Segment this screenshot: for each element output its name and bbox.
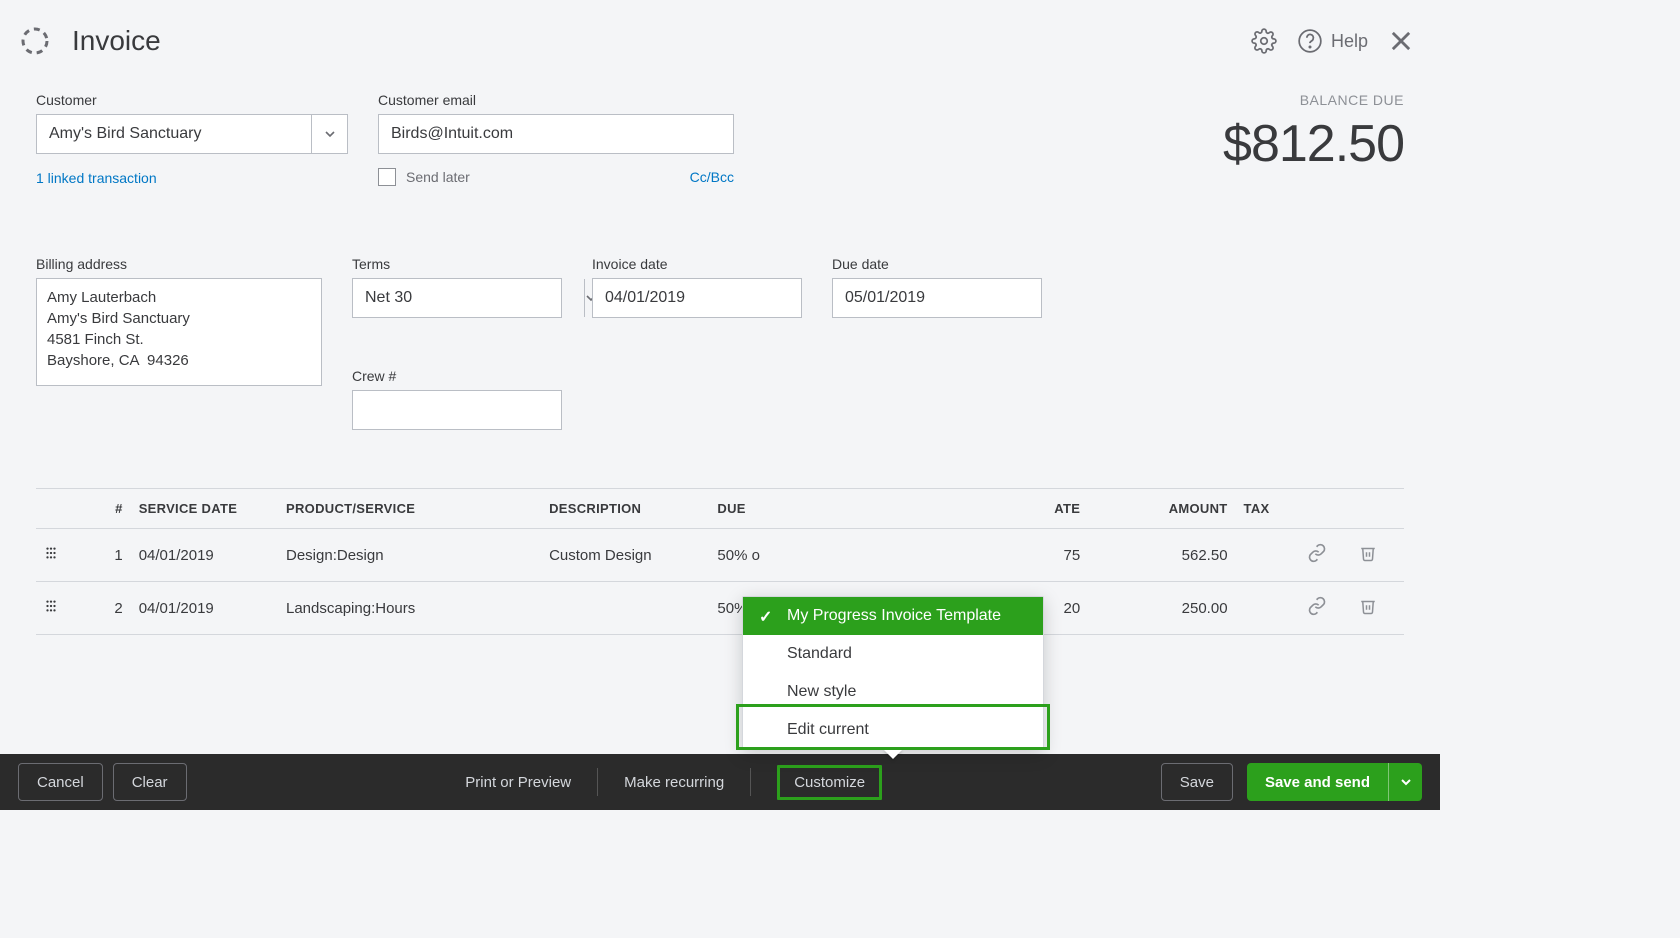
email-field[interactable]	[378, 114, 734, 154]
make-recurring-link[interactable]: Make recurring	[624, 774, 724, 791]
balance-due-block: BALANCE DUE $812.50	[1223, 92, 1404, 174]
save-and-send-button[interactable]: Save and send	[1247, 763, 1388, 801]
crew-label: Crew #	[352, 368, 562, 384]
th-tax: TAX	[1236, 489, 1299, 529]
th-amount: AMOUNT	[1088, 489, 1235, 529]
terms-select[interactable]	[352, 278, 562, 318]
trash-icon[interactable]	[1351, 582, 1404, 635]
divider	[597, 768, 598, 796]
invoice-date-field[interactable]	[592, 278, 802, 318]
row-product: Landscaping:Hours	[278, 582, 541, 635]
row-description	[541, 582, 709, 635]
header-bar: Invoice Help	[0, 0, 1440, 64]
send-later-label: Send later	[406, 169, 470, 185]
billing-address-label: Billing address	[36, 256, 322, 272]
row-tax	[1236, 529, 1299, 582]
row-product: Design:Design	[278, 529, 541, 582]
send-later-checkbox[interactable]	[378, 168, 396, 186]
linked-transaction-link[interactable]: 1 linked transaction	[36, 170, 348, 186]
balance-due-label: BALANCE DUE	[1223, 92, 1404, 108]
trash-icon[interactable]	[1351, 529, 1404, 582]
page-title: Invoice	[72, 25, 161, 57]
due-date-label: Due date	[832, 256, 1042, 272]
help-button[interactable]: Help	[1297, 28, 1368, 54]
help-label: Help	[1331, 31, 1368, 52]
th-service-date: SERVICE DATE	[131, 489, 278, 529]
popover-item[interactable]: Edit current	[743, 711, 1043, 749]
customize-popover: My Progress Invoice TemplateStandardNew …	[742, 596, 1044, 750]
row-date: 04/01/2019	[131, 529, 278, 582]
row-tax	[1236, 582, 1299, 635]
print-preview-link[interactable]: Print or Preview	[465, 774, 571, 791]
ccbcc-link[interactable]: Cc/Bcc	[690, 169, 734, 185]
link-icon[interactable]	[1299, 582, 1352, 635]
terms-label: Terms	[352, 256, 562, 272]
row-rate: 75	[1025, 529, 1088, 582]
due-date-field[interactable]	[832, 278, 1042, 318]
row-number: 2	[78, 582, 131, 635]
row-description: Custom Design	[541, 529, 709, 582]
customer-select[interactable]	[36, 114, 348, 154]
popover-item[interactable]: My Progress Invoice Template	[743, 597, 1043, 635]
save-button[interactable]: Save	[1161, 763, 1233, 801]
th-num: #	[78, 489, 131, 529]
row-amount: 562.50	[1088, 529, 1235, 582]
divider	[750, 768, 751, 796]
pending-status-icon	[18, 24, 52, 58]
line-items-table: # SERVICE DATE PRODUCT/SERVICE DESCRIPTI…	[36, 488, 1404, 635]
billing-address-field[interactable]: Amy Lauterbach Amy's Bird Sanctuary 4581…	[36, 278, 322, 386]
popover-item[interactable]: New style	[743, 673, 1043, 711]
clear-button[interactable]: Clear	[113, 763, 187, 801]
th-rate: ATE	[1025, 489, 1088, 529]
close-icon[interactable]	[1386, 26, 1416, 56]
drag-handle-icon[interactable]	[36, 529, 78, 582]
row-amount: 250.00	[1088, 582, 1235, 635]
customize-link[interactable]: Customize	[777, 765, 882, 800]
row-date: 04/01/2019	[131, 582, 278, 635]
row-number: 1	[78, 529, 131, 582]
customer-label: Customer	[36, 92, 348, 108]
customer-input[interactable]	[37, 115, 311, 153]
th-due: DUE	[709, 489, 1025, 529]
send-later-checkbox-group[interactable]: Send later	[378, 168, 470, 186]
popover-item[interactable]: Standard	[743, 635, 1043, 673]
drag-handle-icon[interactable]	[36, 582, 78, 635]
link-icon[interactable]	[1299, 529, 1352, 582]
th-product: PRODUCT/SERVICE	[278, 489, 541, 529]
cancel-button[interactable]: Cancel	[18, 763, 103, 801]
gear-icon[interactable]	[1249, 26, 1279, 56]
table-row[interactable]: 204/01/2019Landscaping:Hours50% of 500.0…	[36, 582, 1404, 635]
terms-input[interactable]	[353, 279, 584, 317]
chevron-down-icon[interactable]	[311, 115, 347, 153]
balance-due-amount: $812.50	[1223, 114, 1404, 174]
crew-field[interactable]	[352, 390, 562, 430]
table-row[interactable]: 104/01/2019Design:DesignCustom Design50%…	[36, 529, 1404, 582]
invoice-date-label: Invoice date	[592, 256, 802, 272]
th-description: DESCRIPTION	[541, 489, 709, 529]
footer-bar: Cancel Clear Print or Preview Make recur…	[0, 754, 1440, 810]
email-label: Customer email	[378, 92, 734, 108]
row-due: 50% o	[709, 529, 1025, 582]
save-and-send-dropdown[interactable]	[1388, 763, 1422, 801]
